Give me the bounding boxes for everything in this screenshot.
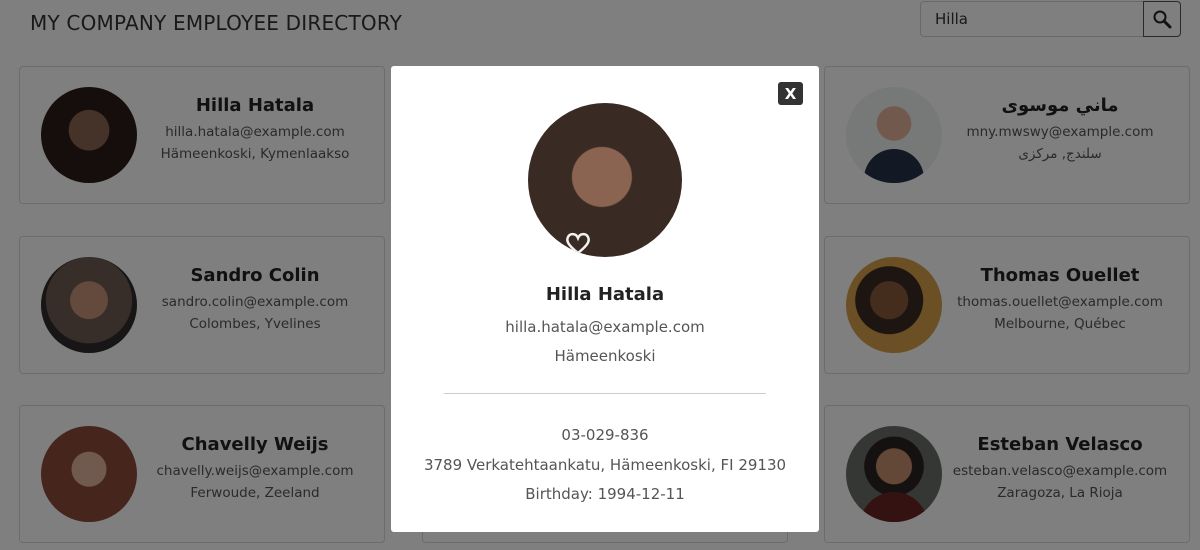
employee-email: hilla.hatala@example.com <box>505 318 705 336</box>
employee-phone: 03-029-836 <box>561 426 649 444</box>
employee-detail-modal: X Hilla Hatala hilla.hatala@example.com … <box>391 66 819 532</box>
employee-city: Hämeenkoski <box>554 347 656 365</box>
close-button[interactable]: X <box>778 82 803 105</box>
heart-icon <box>566 232 590 255</box>
avatar <box>528 103 682 257</box>
employee-address: 3789 Verkatehtaankatu, Hämeenkoski, FI 2… <box>423 456 787 474</box>
employee-name: Hilla Hatala <box>545 284 665 305</box>
divider <box>444 393 766 394</box>
employee-birthday: Birthday: 1994-12-11 <box>525 485 685 503</box>
